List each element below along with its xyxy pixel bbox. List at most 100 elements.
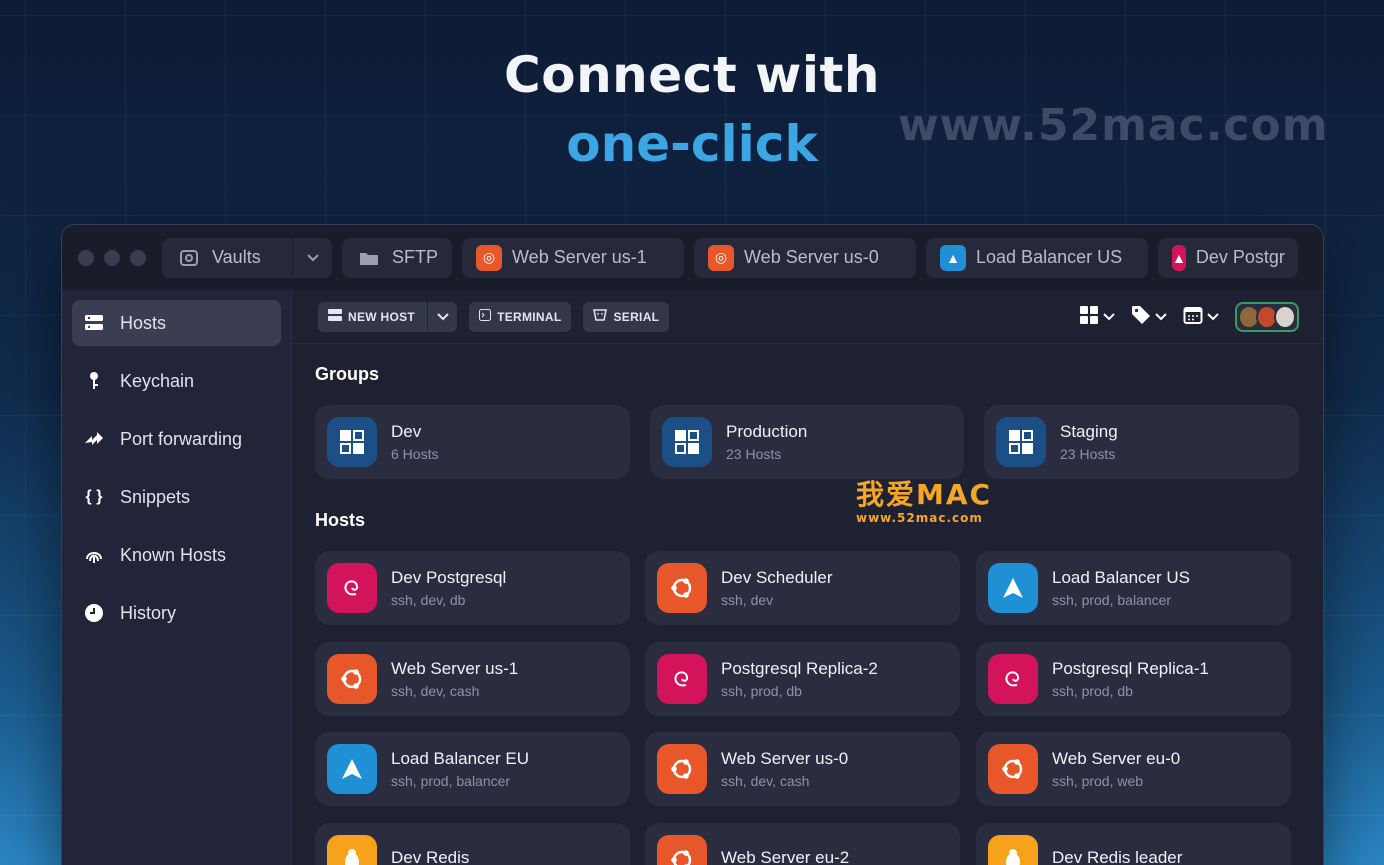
overlay-watermark-logo: 我爱MAC www.52mac.com <box>856 473 1006 533</box>
toolbar: NEW HOST TERMINAL SERIAL <box>293 290 1323 344</box>
host-card[interactable]: Load Balancer US ssh, prod, balancer <box>976 551 1291 625</box>
calendar-icon <box>1183 305 1203 330</box>
host-card[interactable]: Postgresql Replica-1 ssh, prod, db <box>976 642 1291 716</box>
watermark-text: www.52mac.com <box>898 100 1329 151</box>
date-sort[interactable] <box>1183 305 1219 330</box>
ubuntu-icon <box>988 744 1038 794</box>
sidebar-item-hosts[interactable]: Hosts <box>72 300 281 346</box>
ubuntu-icon: ◎ <box>708 244 735 271</box>
host-name: Web Server us-1 <box>391 659 519 678</box>
tab-label: Web Server us-0 <box>744 247 879 267</box>
host-tags: ssh, dev, db <box>391 592 466 608</box>
group-host-count: 23 Hosts <box>1060 446 1116 462</box>
terminal-icon <box>479 309 492 324</box>
arch-icon: ▲ <box>940 244 967 271</box>
host-tags: ssh, dev, cash <box>391 683 480 699</box>
host-card[interactable]: Postgresql Replica-2 ssh, prod, db <box>645 642 960 716</box>
host-card[interactable]: Dev Postgresql ssh, dev, db <box>315 551 630 625</box>
titlebar: Vaults SFTP ◎ Web Server us-1 ◎ Web Serv… <box>62 225 1323 290</box>
host-tags: ssh, prod, balancer <box>1052 592 1172 608</box>
sidebar-item-port-forwarding[interactable]: Port forwarding <box>72 416 281 462</box>
group-name: Production <box>726 422 808 441</box>
grid-view-toggle[interactable] <box>1079 305 1115 330</box>
main-content: NEW HOST TERMINAL SERIAL Groups Dev 6 Ho… <box>293 290 1323 865</box>
linux-icon <box>988 835 1038 865</box>
debian-icon <box>988 654 1038 704</box>
sidebar-item-snippets[interactable]: { } Snippets <box>72 474 281 520</box>
terminal-label: TERMINAL <box>497 309 562 324</box>
host-name: Dev Redis <box>391 848 470 865</box>
host-card[interactable]: Web Server us-1 ssh, dev, cash <box>315 642 630 716</box>
chevron-down-icon <box>1103 308 1115 326</box>
overlay-brand: 我爱MAC <box>856 478 993 511</box>
folder-icon <box>356 245 382 271</box>
hosts-icon <box>84 313 104 333</box>
vault-icon <box>176 245 202 271</box>
team-avatars[interactable] <box>1235 302 1299 332</box>
host-name: Postgresql Replica-2 <box>721 659 878 678</box>
group-host-count: 6 Hosts <box>391 446 439 462</box>
sidebar-item-known-hosts[interactable]: Known Hosts <box>72 532 281 578</box>
linux-icon <box>327 835 377 865</box>
serial-port-icon <box>593 309 608 324</box>
host-tags: ssh, dev <box>721 592 774 608</box>
group-card-dev[interactable]: Dev 6 Hosts <box>315 405 630 479</box>
group-card-staging[interactable]: Staging 23 Hosts <box>984 405 1299 479</box>
tag-filter[interactable] <box>1131 305 1167 330</box>
host-card[interactable]: Dev Redis <box>315 823 630 865</box>
host-name: Load Balancer EU <box>391 749 529 768</box>
group-icon <box>662 417 712 467</box>
host-name: Web Server us-0 <box>721 749 849 768</box>
host-card[interactable]: Web Server us-0 ssh, dev, cash <box>645 732 960 806</box>
tab-web-server-us-1[interactable]: ◎ Web Server us-1 <box>462 237 685 278</box>
sidebar-item-keychain[interactable]: Keychain <box>72 358 281 404</box>
sidebar-item-label: History <box>120 602 177 623</box>
host-name: Postgresql Replica-1 <box>1052 659 1209 678</box>
tab-label: Web Server us-1 <box>512 247 647 267</box>
group-icon <box>327 417 377 467</box>
zoom-window-button[interactable] <box>130 249 146 266</box>
tab-dev-postgresql[interactable]: ▲ Dev Postgr <box>1158 237 1299 278</box>
groups-section-title: Groups <box>315 364 380 384</box>
host-card[interactable]: Web Server eu-2 <box>645 823 960 865</box>
terminal-button[interactable]: TERMINAL <box>469 301 572 332</box>
avatar <box>1274 305 1296 329</box>
ubuntu-icon <box>657 563 707 613</box>
host-card[interactable]: Web Server eu-0 ssh, prod, web <box>976 732 1291 806</box>
new-host-button[interactable]: NEW HOST <box>318 301 458 332</box>
hosts-icon <box>328 309 342 324</box>
tab-web-server-us-0[interactable]: ◎ Web Server us-0 <box>694 237 917 278</box>
chevron-down-icon[interactable] <box>292 237 332 278</box>
arch-icon <box>327 744 377 794</box>
host-card[interactable]: Dev Scheduler ssh, dev <box>645 551 960 625</box>
snippets-icon: { } <box>85 488 103 505</box>
host-card[interactable]: Load Balancer EU ssh, prod, balancer <box>315 732 630 806</box>
tab-sftp[interactable]: SFTP <box>342 237 453 278</box>
debian-icon <box>327 563 377 613</box>
chevron-down-icon[interactable] <box>427 301 457 332</box>
serial-button[interactable]: SERIAL <box>583 301 670 332</box>
chevron-down-icon <box>1207 308 1219 326</box>
group-host-count: 23 Hosts <box>726 446 782 462</box>
tab-vaults[interactable]: Vaults <box>162 237 332 278</box>
group-icon <box>996 417 1046 467</box>
arch-icon <box>988 563 1038 613</box>
host-tags: ssh, prod, balancer <box>391 773 511 789</box>
host-tags: ssh, dev, cash <box>721 773 810 789</box>
fingerprint-icon <box>84 545 104 565</box>
overlay-url: www.52mac.com <box>856 511 983 525</box>
serial-label: SERIAL <box>613 309 660 324</box>
host-card[interactable]: Dev Redis leader <box>976 823 1291 865</box>
close-window-button[interactable] <box>78 249 94 266</box>
host-tags: ssh, prod, db <box>721 683 802 699</box>
hosts-section-title: Hosts <box>315 510 366 530</box>
grid-view-icon <box>1079 305 1099 330</box>
minimize-window-button[interactable] <box>104 249 120 266</box>
port-forward-icon <box>84 429 104 449</box>
tab-load-balancer-us[interactable]: ▲ Load Balancer US <box>926 237 1149 278</box>
ubuntu-icon: ◎ <box>476 244 503 271</box>
key-icon <box>84 371 104 391</box>
group-card-production[interactable]: Production 23 Hosts <box>650 405 964 479</box>
sidebar-item-history[interactable]: History <box>72 590 281 636</box>
ubuntu-icon <box>327 654 377 704</box>
